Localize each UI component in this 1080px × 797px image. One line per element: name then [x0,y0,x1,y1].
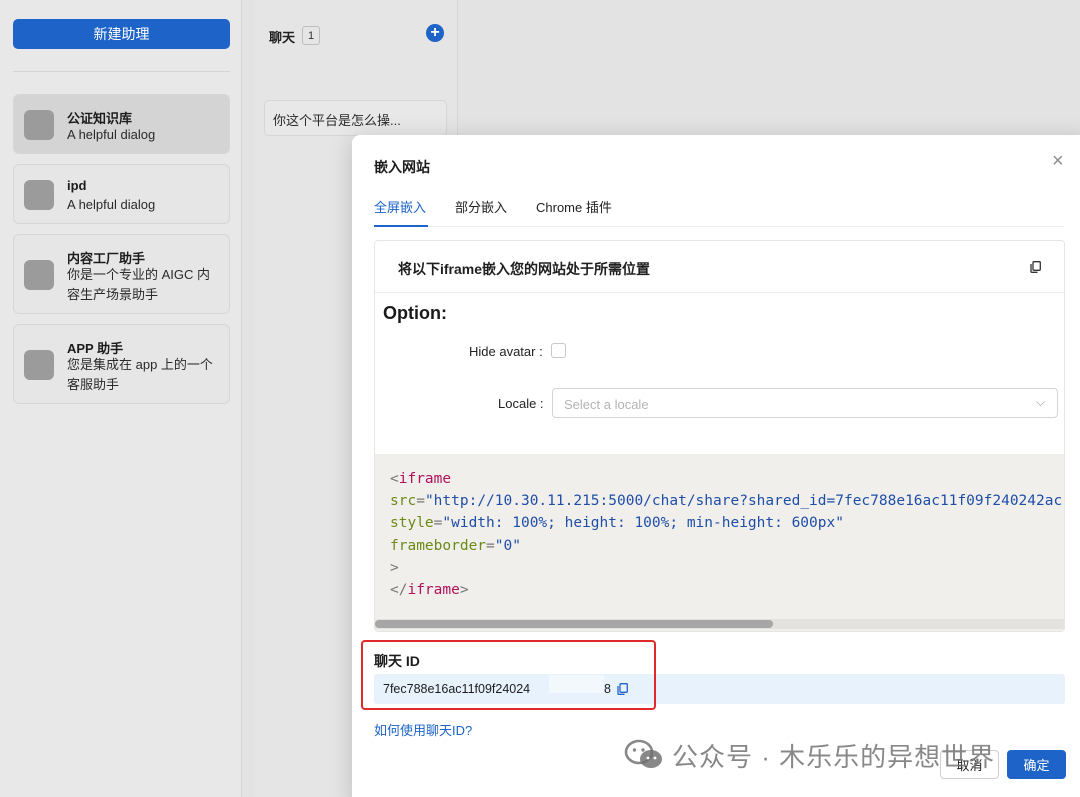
embed-tabs: 全屏嵌入 部分嵌入 Chrome 插件 [374,189,1064,227]
assistant-description: 容生产场景助手 [67,287,159,302]
modal-title: 嵌入网站 [374,159,430,175]
tab-fullscreen-embed[interactable]: 全屏嵌入 [374,197,426,216]
tab-chrome-plugin[interactable]: Chrome 插件 [536,197,612,216]
iframe-code-block: <iframe src="http://10.30.11.215:5000/ch… [375,454,1064,631]
assistant-avatar [24,350,54,380]
close-icon[interactable]: × [1052,151,1064,171]
chevron-down-icon: ⌵ [1036,395,1046,409]
highlight-box [361,640,656,710]
assistant-card[interactable]: ipd A helpful dialog [13,164,230,224]
tab-partial-embed[interactable]: 部分嵌入 [455,197,507,216]
locale-select[interactable]: Select a locale ⌵ [552,388,1058,418]
ok-button[interactable]: 确定 [1007,750,1066,779]
assistant-sidebar: 新建助理 公证知识库 A helpful dialog ipd A helpfu… [0,0,242,797]
card-header: 将以下iframe嵌入您的网站处于所需位置 [375,241,1064,293]
iframe-code: <iframe src="http://10.30.11.215:5000/ch… [390,471,1063,599]
chat-list-item[interactable]: 你这个平台是怎么操... [264,100,447,136]
new-assistant-button[interactable]: 新建助理 [13,19,230,49]
assistant-name: ipd [67,178,87,193]
wechat-icon [624,739,662,768]
copy-icon[interactable] [1030,261,1041,273]
assistant-description: 客服助手 [67,377,120,392]
locale-placeholder: Select a locale [564,397,649,412]
locale-label: Locale : [498,396,544,411]
assistant-avatar [24,110,54,140]
assistant-card[interactable]: APP 助手 您是集成在 app 上的一个 客服助手 [13,324,230,404]
hide-avatar-label: Hide avatar : [469,344,543,359]
chat-id-help-link[interactable]: 如何使用聊天ID? [374,720,472,739]
watermark: 公众号 · 木乐乐的异想世界 [624,735,995,775]
assistant-avatar [24,180,54,210]
scrollbar-thumb[interactable] [375,620,773,628]
embed-code-card: 将以下iframe嵌入您的网站处于所需位置 Option: Hide avata… [374,240,1065,632]
assistant-card[interactable]: 内容工厂助手 你是一个专业的 AIGC 内 容生产场景助手 [13,234,230,314]
hide-avatar-checkbox[interactable] [551,343,566,358]
sidebar-divider [13,71,230,72]
embed-website-modal: 嵌入网站 × 全屏嵌入 部分嵌入 Chrome 插件 将以下iframe嵌入您的… [352,135,1080,797]
assistant-description: 您是集成在 app 上的一个 [67,357,213,372]
assistant-avatar [24,260,54,290]
active-tab-indicator [374,225,428,227]
assistant-description: A helpful dialog [67,197,156,212]
card-header-title: 将以下iframe嵌入您的网站处于所需位置 [398,261,651,277]
chat-list-title: 聊天 [269,30,296,45]
assistant-description: A helpful dialog [67,127,156,142]
code-horizontal-scrollbar[interactable] [375,619,1064,629]
option-title: Option: [383,303,447,323]
chat-count-badge: 1 [302,26,320,45]
watermark-text: 公众号 · 木乐乐的异想世界 [672,741,996,772]
assistant-description: 你是一个专业的 AIGC 内 [67,267,211,282]
add-chat-icon[interactable]: + [426,24,444,42]
assistant-card[interactable]: 公证知识库 A helpful dialog [13,94,230,154]
